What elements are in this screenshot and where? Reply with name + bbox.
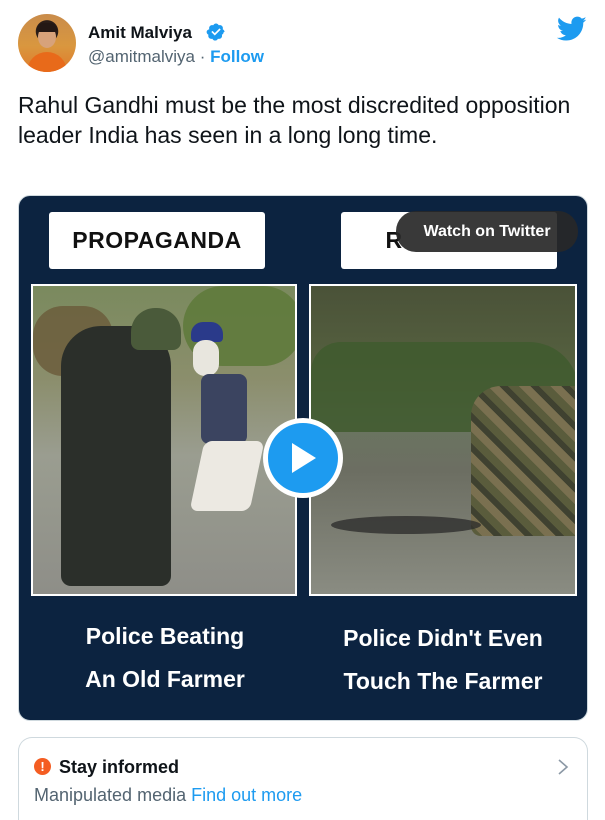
avatar-hair <box>37 23 57 32</box>
turban-shape <box>191 322 223 342</box>
follow-button[interactable]: Follow <box>210 47 264 66</box>
left-caption: Police Beating An Old Farmer <box>49 615 281 701</box>
farmer-legs-shape <box>189 441 265 511</box>
avatar[interactable] <box>18 14 76 72</box>
separator-dot: · <box>199 47 206 66</box>
camo-soldier-shape <box>471 386 575 536</box>
right-caption-line1: Police Didn't Even <box>343 625 543 651</box>
play-icon <box>292 443 316 473</box>
farmer-face-shape <box>193 340 219 376</box>
tweet-card: Amit Malviya @amitmalviya · Follow Rahul… <box>0 0 605 820</box>
right-video-frame <box>309 284 577 596</box>
right-caption: Police Didn't Even Touch The Farmer <box>319 617 567 703</box>
avatar-shirt <box>27 52 67 72</box>
play-button[interactable] <box>263 418 343 498</box>
notice-subtitle-row: Manipulated media Find out more <box>34 785 302 806</box>
watch-on-twitter-button[interactable]: Watch on Twitter <box>396 211 578 252</box>
helmet-shape <box>131 308 181 350</box>
propaganda-label-box: PROPAGANDA <box>49 212 265 269</box>
verified-badge-icon <box>206 23 225 41</box>
right-caption-line2: Touch The Farmer <box>343 668 543 694</box>
chevron-right-icon[interactable] <box>557 758 569 776</box>
play-icon-circle <box>268 423 338 493</box>
shadow-shape <box>331 516 481 534</box>
left-caption-line1: Police Beating <box>85 623 245 649</box>
tweet-text: Rahul Gandhi must be the most discredite… <box>18 92 571 148</box>
left-video-frame <box>31 284 297 596</box>
find-out-more-link[interactable]: Find out more <box>191 785 302 805</box>
warning-icon: ! <box>34 758 51 775</box>
soldier-figure <box>61 326 171 586</box>
notice-title: Stay informed <box>59 757 180 777</box>
notice-subtitle: Manipulated media <box>34 785 187 805</box>
manipulated-media-notice[interactable]: ! Stay informed Manipulated media Find o… <box>18 737 588 820</box>
propaganda-label: PROPAGANDA <box>72 227 242 253</box>
video-player[interactable]: PROPAGANDA R Watch on Twitter Police Bea… <box>18 195 588 721</box>
farmer-vest-shape <box>201 374 247 444</box>
left-caption-line2: An Old Farmer <box>85 666 245 692</box>
author-name[interactable]: Amit Malviya <box>88 23 192 43</box>
author-handle[interactable]: @amitmalviya <box>88 47 195 66</box>
handle-row: @amitmalviya · Follow <box>88 47 264 67</box>
twitter-bird-icon[interactable] <box>557 16 587 42</box>
